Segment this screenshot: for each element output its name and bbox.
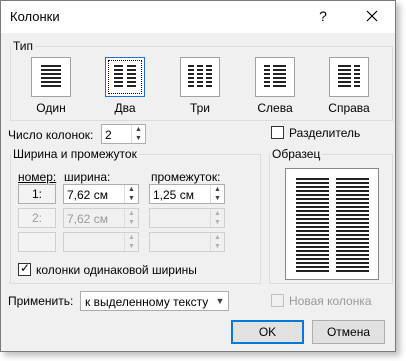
preset-one-button[interactable] xyxy=(31,57,71,97)
ok-button[interactable]: OK xyxy=(231,320,304,344)
apply-to-select[interactable]: к выделенному тексту ▼ xyxy=(80,291,229,311)
columns-dialog: Колонки ? Тип Один Два Три Слева Справа … xyxy=(0,0,396,352)
title-bar: Колонки ? xyxy=(1,1,395,33)
dialog-title: Колонки xyxy=(10,9,60,24)
col-spacing-header: промежуток: xyxy=(151,170,221,184)
row2-spacing-arrows: ▲ ▼ xyxy=(210,209,224,227)
spin-down-icon: ▼ xyxy=(128,219,135,226)
preset-two-button[interactable] xyxy=(105,57,145,97)
row1-spacing-spinner[interactable]: 1,25 см ▲ ▼ xyxy=(149,184,225,204)
preset-three-button[interactable] xyxy=(180,57,220,97)
spin-down-icon: ▼ xyxy=(128,243,135,250)
row1-width-value: 7,62 см xyxy=(67,188,108,202)
preset-left-button[interactable] xyxy=(255,57,295,97)
row1-width-arrows[interactable]: ▲ ▼ xyxy=(124,185,138,203)
row2-spacing-spinner: ▲ ▼ xyxy=(149,208,225,228)
spin-down-icon: ▼ xyxy=(214,219,221,226)
two-columns-icon xyxy=(114,65,136,87)
preset-two-label: Два xyxy=(114,101,136,115)
new-column-label: Новая колонка xyxy=(289,294,372,308)
num-columns-arrows[interactable]: ▲ ▼ xyxy=(131,125,145,143)
type-legend: Тип xyxy=(13,39,34,53)
col-number-header: номер: xyxy=(18,170,57,184)
sample-legend: Образец xyxy=(272,147,321,161)
cancel-button[interactable]: Отмена xyxy=(312,320,385,344)
sample-column-right xyxy=(336,178,369,272)
chevron-down-icon[interactable]: ▼ xyxy=(212,292,228,310)
row2-width-arrows: ▲ ▼ xyxy=(124,209,138,227)
width-spacing-legend: Ширина и промежуток xyxy=(13,147,137,161)
three-columns-icon xyxy=(188,65,212,87)
close-button[interactable] xyxy=(363,7,381,25)
row1-spacing-arrows[interactable]: ▲ ▼ xyxy=(210,185,224,203)
separator-checkbox[interactable] xyxy=(271,126,284,139)
left-column-icon xyxy=(264,65,286,87)
apply-to-value: к выделенному тексту xyxy=(85,295,209,309)
right-column-icon xyxy=(338,65,360,87)
row3-number xyxy=(18,232,56,252)
spin-down-icon: ▼ xyxy=(214,243,221,250)
spin-up-icon: ▲ xyxy=(128,234,135,241)
new-column-checkbox xyxy=(271,294,284,307)
apply-label: Применить: xyxy=(8,294,74,308)
row3-width-spinner: ▲ ▼ xyxy=(63,232,139,252)
preset-one-label: Один xyxy=(36,101,66,115)
equal-width-label: колонки одинаковой ширины xyxy=(36,263,197,277)
one-column-icon xyxy=(41,65,61,87)
row3-spacing-arrows: ▲ ▼ xyxy=(210,233,224,251)
num-columns-label: Число колонок: xyxy=(8,128,94,142)
num-columns-spinner[interactable]: 2 ▲ ▼ xyxy=(101,124,146,144)
separator-label: Разделитель xyxy=(289,126,361,140)
equal-width-checkbox[interactable] xyxy=(18,261,31,276)
spin-up-icon[interactable]: ▲ xyxy=(125,185,138,194)
row1-width-spinner[interactable]: 7,62 см ▲ ▼ xyxy=(63,184,139,204)
sample-column-left xyxy=(296,178,329,272)
help-button[interactable]: ? xyxy=(315,8,331,26)
spin-up-icon[interactable]: ▲ xyxy=(211,185,224,194)
preset-right-button[interactable] xyxy=(329,57,369,97)
row2-number: 2: xyxy=(18,208,56,228)
num-columns-value: 2 xyxy=(105,128,112,142)
spin-down-icon[interactable]: ▼ xyxy=(132,134,145,143)
col-width-header: ширина: xyxy=(64,170,111,184)
sample-preview xyxy=(285,168,379,280)
spin-down-icon[interactable]: ▼ xyxy=(211,194,224,203)
row3-width-arrows: ▲ ▼ xyxy=(124,233,138,251)
row2-width-value: 7,62 см xyxy=(67,212,108,226)
row2-width-spinner: 7,62 см ▲ ▼ xyxy=(63,208,139,228)
spin-up-icon: ▲ xyxy=(128,210,135,217)
spin-up-icon: ▲ xyxy=(214,210,221,217)
row1-number[interactable]: 1: xyxy=(18,184,56,204)
preset-three-label: Три xyxy=(189,101,211,115)
spin-up-icon: ▲ xyxy=(214,234,221,241)
preset-left-label: Слева xyxy=(257,101,293,115)
spin-down-icon[interactable]: ▼ xyxy=(125,194,138,203)
spin-up-icon[interactable]: ▲ xyxy=(132,125,145,134)
row1-spacing-value: 1,25 см xyxy=(153,188,194,202)
row3-spacing-spinner: ▲ ▼ xyxy=(149,232,225,252)
preset-right-label: Справа xyxy=(328,101,370,115)
close-icon xyxy=(366,10,378,22)
